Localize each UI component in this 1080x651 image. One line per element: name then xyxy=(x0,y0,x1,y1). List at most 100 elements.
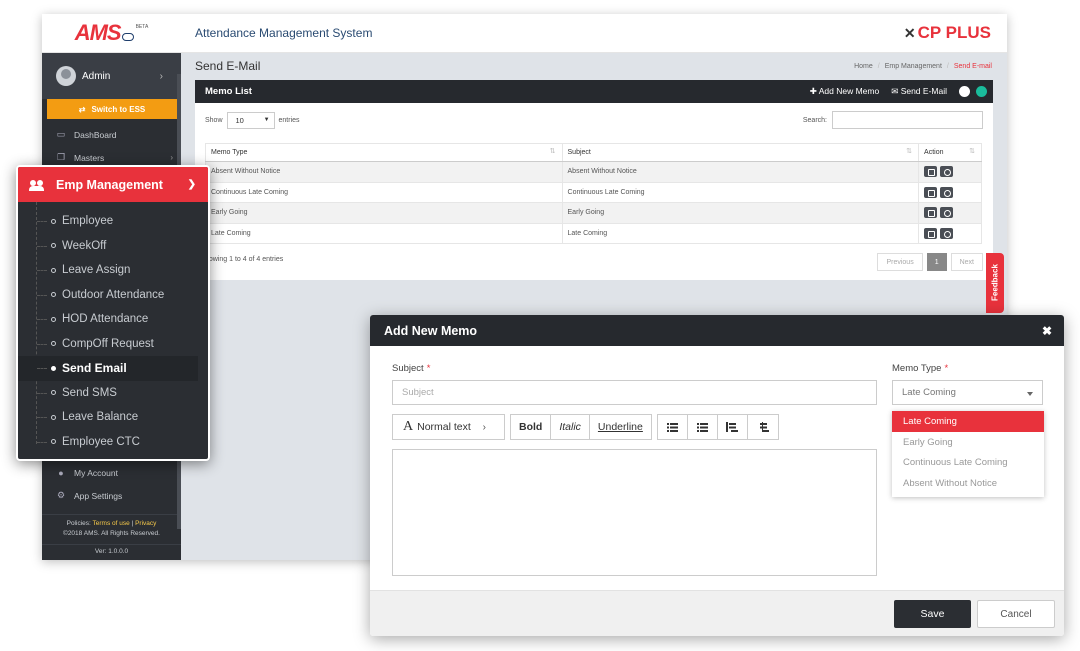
breadcrumb-current: Send E-mail xyxy=(953,62,992,70)
emp-management-header[interactable]: Emp Management ❯ xyxy=(18,167,208,202)
chevron-right-icon: › xyxy=(170,153,173,162)
submenu-item-employee[interactable]: Employee xyxy=(18,209,208,234)
submenu-item-employee-ctc[interactable]: Employee CTC xyxy=(18,430,208,455)
submenu-item-weekoff[interactable]: WeekOff xyxy=(18,234,208,259)
edit-icon[interactable] xyxy=(924,207,938,219)
memo-type-dropdown: Late Coming Early Going Continuous Late … xyxy=(892,411,1044,497)
format-group: Bold Italic Underline xyxy=(510,414,652,440)
cell-subject: Early Going xyxy=(561,202,920,224)
cell-action xyxy=(918,161,982,183)
outdent-button[interactable] xyxy=(718,415,748,439)
refresh-icon[interactable] xyxy=(976,86,987,97)
table-info: howing 1 to 4 of 4 entries xyxy=(205,256,284,263)
copyright: ©2018 AMS. All Rights Reserved. xyxy=(63,530,160,537)
subject-label-text: Subject xyxy=(392,363,424,374)
entries-value: 10 xyxy=(235,115,244,125)
sidebar-item-my-account[interactable]: ● My Account xyxy=(42,461,181,484)
submenu-item-send-email[interactable]: Send Email xyxy=(18,356,198,381)
memo-type-select[interactable]: Late Coming xyxy=(892,380,1043,405)
memo-list-title: Memo List xyxy=(205,86,252,97)
brand-text: CP PLUS xyxy=(917,23,991,42)
sort-icon: ⇅ xyxy=(549,148,556,155)
unordered-list-button[interactable] xyxy=(658,415,688,439)
required-mark: * xyxy=(426,363,431,374)
dropdown-option[interactable]: Early Going xyxy=(892,432,1044,453)
circle-icon xyxy=(51,267,56,273)
text-style-button[interactable]: A Normal text › xyxy=(393,415,504,439)
panel-actions: ✚ Add New Memo ✉ Send E-Mail xyxy=(810,86,987,97)
list-group xyxy=(656,414,779,440)
cancel-button[interactable]: Cancel xyxy=(977,600,1055,628)
submenu-item-leave-assign[interactable]: Leave Assign xyxy=(18,258,208,283)
column-header[interactable]: Memo Type ⇅ xyxy=(205,143,563,162)
breadcrumb-sep: / xyxy=(877,62,880,70)
breadcrumb-emp-management[interactable]: Emp Management xyxy=(885,63,942,70)
submenu-item-send-sms[interactable]: Send SMS xyxy=(18,381,208,406)
logo-badge: BETA xyxy=(135,24,149,30)
submenu-item-label: Send Email xyxy=(62,361,127,376)
column-header[interactable]: Subject ⇅ xyxy=(561,143,920,162)
breadcrumb-home[interactable]: Home xyxy=(854,63,873,70)
column-header-label: Action xyxy=(924,149,944,156)
sidebar-item-dashboard[interactable]: ▭ DashBoard xyxy=(42,123,181,146)
eye-icon[interactable] xyxy=(940,207,954,219)
table-row: Early Going Early Going xyxy=(205,202,982,224)
search-input[interactable] xyxy=(832,111,983,129)
edit-icon[interactable] xyxy=(924,166,938,178)
submenu-item-outdoor-attendance[interactable]: Outdoor Attendance xyxy=(18,283,208,308)
cell-subject: Late Coming xyxy=(561,222,920,244)
entries-label: entries xyxy=(278,116,300,124)
eye-icon[interactable] xyxy=(940,186,954,198)
previous-button[interactable]: Previous xyxy=(877,253,923,271)
memo-type-label: Memo Type * xyxy=(892,363,948,374)
ordered-list-button[interactable] xyxy=(688,415,718,439)
submenu-item-label: Send SMS xyxy=(62,386,117,399)
circle-icon xyxy=(51,439,56,445)
cell-memo-type: Continuous Late Coming xyxy=(205,181,563,203)
dropdown-option[interactable]: Absent Without Notice xyxy=(892,473,1044,494)
dropdown-option[interactable]: Continuous Late Coming xyxy=(892,452,1044,473)
laptop-icon: ▭ xyxy=(56,129,66,139)
collapse-icon[interactable] xyxy=(959,86,970,97)
feedback-tab[interactable]: Feedback xyxy=(986,253,1004,313)
privacy-link[interactable]: Privacy xyxy=(135,520,156,527)
memo-list-panel: Memo List ✚ Add New Memo ✉ Send E-Mail S… xyxy=(195,80,993,280)
submenu-item-leave-balance[interactable]: Leave Balance xyxy=(18,405,208,430)
edit-icon[interactable] xyxy=(924,227,938,239)
submenu-item-compoff-request[interactable]: CompOff Request xyxy=(18,332,208,357)
entries-select[interactable]: 10 ▼ xyxy=(226,111,275,129)
memo-body-editor[interactable] xyxy=(392,449,877,576)
emp-management-title: Emp Management xyxy=(56,177,163,192)
submenu-item-hod-attendance[interactable]: HOD Attendance xyxy=(18,307,208,332)
bold-button[interactable]: Bold xyxy=(511,415,552,439)
send-email-link[interactable]: ✉ Send E-Mail xyxy=(891,86,947,97)
list-ol-icon xyxy=(696,422,708,432)
dropdown-option[interactable]: Late Coming xyxy=(892,411,1044,432)
switch-to-ess-button[interactable]: ⇄ Switch to ESS xyxy=(47,99,177,119)
terms-link[interactable]: Terms of use xyxy=(93,520,130,527)
underline-button[interactable]: Underline xyxy=(590,415,651,439)
copy-icon: ❐ xyxy=(56,152,66,162)
next-button[interactable]: Next xyxy=(950,253,983,271)
logo-text: AMS xyxy=(74,20,122,45)
close-icon[interactable]: ✖ xyxy=(1042,324,1052,338)
save-button[interactable]: Save xyxy=(894,600,971,628)
show-label: Show xyxy=(205,116,223,124)
edit-icon[interactable] xyxy=(924,186,938,198)
shuffle-icon: ⇄ xyxy=(78,104,86,114)
italic-button[interactable]: Italic xyxy=(551,415,590,439)
subject-input[interactable]: Subject xyxy=(392,380,877,405)
sidebar-item-app-settings[interactable]: ⚙ App Settings xyxy=(42,484,181,507)
page-1-button[interactable]: 1 xyxy=(926,253,947,271)
logo[interactable]: AMS BETA xyxy=(42,14,181,53)
user-profile[interactable]: Admin › xyxy=(42,53,181,99)
indent-button[interactable] xyxy=(748,415,778,439)
memo-table: Memo Type ⇅ Subject ⇅ Action ⇅ Absent Witho… xyxy=(205,143,982,244)
cell-subject: Absent Without Notice xyxy=(561,161,920,183)
gears-icon: ⚙ xyxy=(56,490,66,500)
table-row: Absent Without Notice Absent Without Not… xyxy=(205,161,982,183)
column-header[interactable]: Action ⇅ xyxy=(918,143,982,162)
eye-icon[interactable] xyxy=(940,166,954,178)
eye-icon[interactable] xyxy=(940,227,954,239)
add-new-memo-link[interactable]: ✚ Add New Memo xyxy=(810,86,880,97)
